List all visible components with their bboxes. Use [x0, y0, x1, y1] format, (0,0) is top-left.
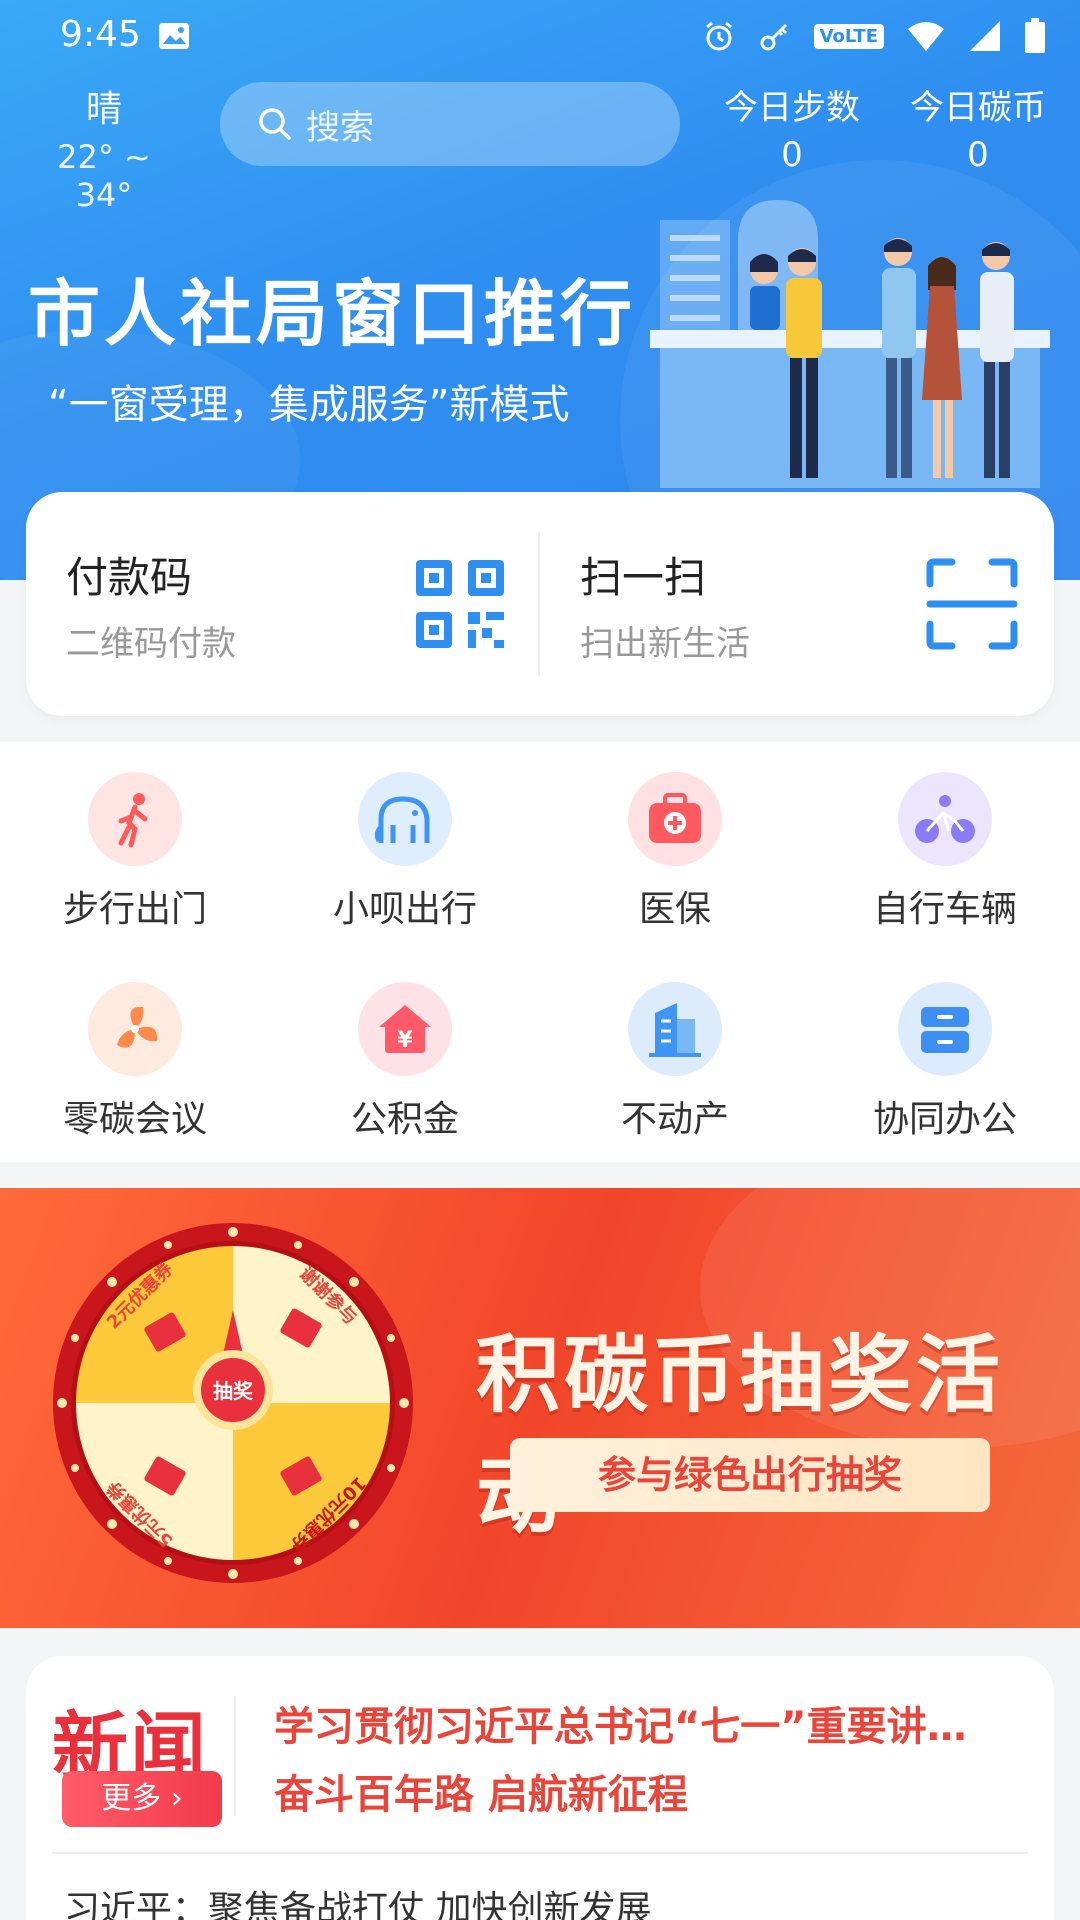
search-placeholder: 搜索 [306, 107, 374, 148]
banner-subtitle: “一窗受理，集成服务”新模式 [48, 382, 570, 428]
service-label: 小呗出行 [332, 889, 477, 930]
payment-code-button[interactable]: 付款码 二维码付款 [26, 492, 540, 716]
service-label: 不动产 [620, 1099, 729, 1140]
scan-subtitle: 扫出新生活 [580, 624, 750, 664]
image-notification-icon [159, 23, 189, 49]
bicycle-icon [898, 772, 992, 866]
news-more-button[interactable]: 更多 › [62, 1771, 222, 1827]
status-time: 9:45 [60, 14, 141, 55]
news-divider [234, 1696, 236, 1816]
steps-value: 0 [781, 135, 803, 175]
temperature-range: 22° ~ 34° [57, 138, 151, 214]
carbon-coin-stat[interactable]: 今日碳币 0 [888, 80, 1068, 175]
house-fund-icon: ¥ [358, 982, 452, 1076]
status-bar: 9:45 VoLTE [0, 0, 1080, 76]
steps-stat[interactable]: 今日步数 0 [702, 80, 882, 175]
wheel-center-label: 抽奖 [213, 1379, 254, 1403]
service-collaborative-office[interactable]: 协同办公 [810, 952, 1080, 1142]
weather-condition: 晴 [85, 89, 122, 130]
news-card: 新闻 更多 › 学习贯彻习近平总书记“七一”重要讲… 奋斗百年路 启航新征程 习… [26, 1656, 1054, 1920]
service-label: 协同办公 [872, 1099, 1017, 1140]
alarm-icon [705, 21, 732, 51]
fan-icon [88, 982, 182, 1076]
service-housing-fund[interactable]: ¥ 公积金 [270, 952, 540, 1142]
news-headline[interactable]: 奋斗百年路 启航新征程 [274, 1762, 694, 1820]
steps-label: 今日步数 [724, 88, 860, 128]
medical-kit-icon [628, 772, 722, 866]
news-more-label: 更多 [101, 1781, 162, 1816]
payment-code-subtitle: 二维码付款 [66, 624, 236, 664]
lottery-banner[interactable]: 2元优惠券 谢谢参与 10元优惠券 5元优惠券 抽奖 积碳币抽奖活动 参与绿色出… [0, 1188, 1080, 1628]
banner-title: 市人社局窗口推行 [28, 272, 637, 356]
walking-icon [88, 772, 182, 866]
lottery-subtitle: 参与绿色出行抽奖 [510, 1438, 990, 1512]
battery-icon [1025, 18, 1045, 53]
key-icon [760, 23, 787, 51]
elephant-icon [358, 772, 452, 866]
search-icon [259, 108, 291, 140]
service-label: 医保 [638, 889, 711, 930]
building-icon [628, 982, 722, 1076]
news-divider [52, 1852, 1028, 1854]
service-label: 零碳会议 [62, 1099, 207, 1140]
search-bar[interactable]: 搜索 [220, 82, 680, 166]
qr-code-icon [416, 560, 504, 648]
payment-code-title: 付款码 [66, 553, 193, 602]
carbon-coin-label: 今日碳币 [910, 88, 1046, 128]
news-headline[interactable]: 学习贯彻习近平总书记“七一”重要讲… [274, 1694, 1034, 1752]
cabinet-icon [898, 982, 992, 1076]
weather-widget[interactable]: 晴 22° ~ 34° [24, 80, 184, 214]
service-walking[interactable]: 步行出门 [0, 742, 270, 932]
chevron-right-icon: › [170, 1781, 183, 1816]
lottery-title: 积碳币抽奖活动 [476, 1326, 1005, 1545]
home-screen: 9:45 VoLTE 晴 22° ~ 34° 搜索 今日步数 0 今日碳币 0 … [0, 0, 1080, 1920]
volte-badge: VoLTE [813, 23, 884, 49]
services-grid: 步行出门 小呗出行 医保 自行车辆 零碳会议 ¥ 公积金 不动产 协同办公 [0, 742, 1080, 1162]
signal-icon [970, 21, 1000, 51]
service-bicycle[interactable]: 自行车辆 [810, 742, 1080, 932]
service-label: 公积金 [350, 1099, 459, 1140]
lottery-wheel: 2元优惠券 谢谢参与 10元优惠券 5元优惠券 抽奖 [53, 1223, 413, 1583]
scan-button[interactable]: 扫一扫 扫出新生活 [540, 492, 1054, 716]
quick-actions-card: 付款码 二维码付款 扫一扫 扫出新生活 [26, 492, 1054, 716]
status-icons: VoLTE [702, 16, 1046, 56]
service-xiaobei[interactable]: 小呗出行 [270, 742, 540, 932]
service-window-illustration [650, 200, 1050, 488]
service-real-estate[interactable]: 不动产 [540, 952, 810, 1142]
wifi-icon [908, 22, 944, 51]
service-medical-insurance[interactable]: 医保 [540, 742, 810, 932]
scan-icon [926, 558, 1018, 650]
news-item[interactable]: 习近平：聚焦备战打仗 加快创新发展 [64, 1880, 674, 1920]
service-zero-carbon-meeting[interactable]: 零碳会议 [0, 952, 270, 1142]
carbon-coin-value: 0 [967, 135, 989, 175]
svg-text:¥: ¥ [397, 1028, 413, 1053]
scan-title: 扫一扫 [580, 553, 707, 602]
service-label: 步行出门 [62, 889, 207, 930]
service-label: 自行车辆 [872, 889, 1017, 930]
